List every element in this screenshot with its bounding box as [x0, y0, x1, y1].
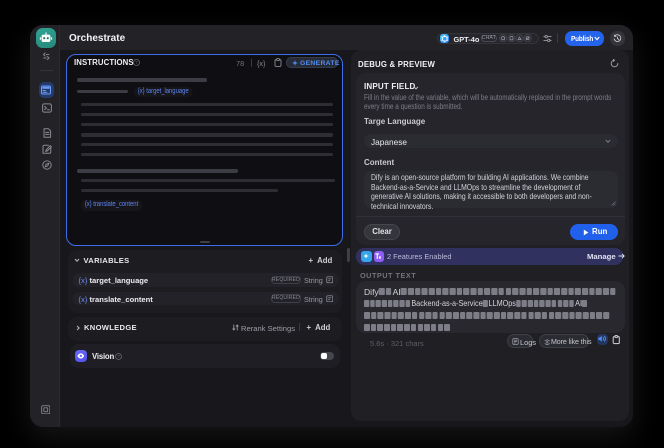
svg-text:?: ?	[135, 60, 138, 65]
svg-text:?: ?	[117, 354, 120, 359]
